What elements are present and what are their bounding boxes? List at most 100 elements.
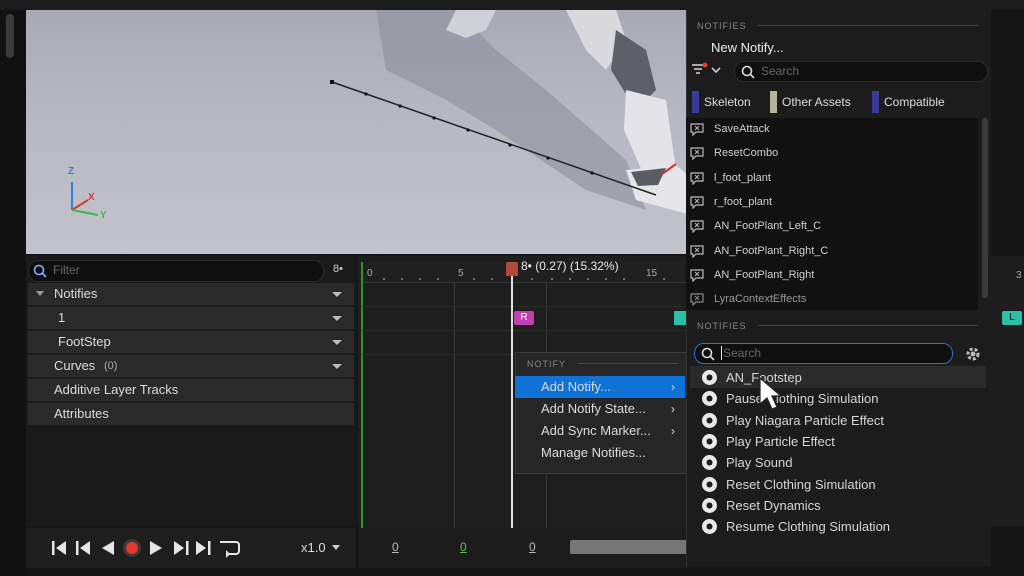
notify-type-item[interactable]: Play Particle Effect <box>702 431 982 452</box>
track-divider <box>362 306 688 307</box>
notify-icon <box>690 171 704 185</box>
menu-item-add-notify-state[interactable]: Add Notify State... › <box>515 398 685 420</box>
notify-icon <box>690 123 704 136</box>
notify-marker-partial[interactable] <box>674 311 686 325</box>
notify-marker-r[interactable]: R <box>514 311 534 325</box>
chip-label: Skeleton <box>704 95 751 109</box>
notify-list-item[interactable]: LyraContextEffects <box>690 287 980 311</box>
chip-label: Compatible <box>884 95 945 109</box>
timeline-start-line <box>361 262 363 528</box>
notify-icon <box>690 293 704 307</box>
top-bar <box>0 0 1024 10</box>
track-row-additive[interactable]: Additive Layer Tracks <box>28 379 354 401</box>
divider <box>758 25 978 26</box>
notify-type-item[interactable]: Reset Dynamics <box>702 495 982 516</box>
search-icon <box>33 264 47 278</box>
notify-list-label: l_foot_plant <box>714 171 771 184</box>
track-row-1[interactable]: 1 <box>28 307 354 329</box>
notify-search-input[interactable]: Search <box>734 61 988 82</box>
notify-list-item[interactable]: AN_FootPlant_Right <box>690 263 980 287</box>
notify-type-item[interactable]: Play Niagara Particle Effect <box>702 410 982 431</box>
dropdown-icon[interactable] <box>332 364 342 369</box>
track-divider <box>362 330 688 331</box>
frame-current[interactable]: 0 <box>460 540 467 554</box>
notify-list-item[interactable]: SaveAttack <box>690 117 980 141</box>
timeline-scrollbar[interactable] <box>570 540 688 554</box>
playhead-line[interactable] <box>511 276 513 528</box>
dropdown-icon[interactable] <box>332 316 342 321</box>
notify-type-item[interactable]: Pause Clothing Simulation <box>702 388 982 409</box>
filter-input[interactable]: Filter <box>28 260 324 282</box>
animation-viewport[interactable]: Z X Y <box>26 10 686 254</box>
notify-type-search-input[interactable]: Search <box>694 343 953 364</box>
chip-color <box>770 91 777 113</box>
chevron-down-icon[interactable] <box>332 545 340 550</box>
notify-icon <box>690 147 704 161</box>
notify-type-item[interactable]: AN_Footstep <box>702 367 982 388</box>
notify-list-item[interactable]: AN_FootPlant_Left_C <box>690 214 980 238</box>
track-row-notifies[interactable]: Notifies <box>28 283 354 305</box>
notify-class-icon <box>702 391 717 407</box>
notify-type-label: Reset Clothing Simulation <box>726 476 876 492</box>
divider <box>578 363 678 364</box>
notify-list-scrollbar[interactable] <box>982 118 988 298</box>
notify-type-item[interactable]: Resume Clothing Simulation <box>702 516 982 537</box>
dropdown-icon[interactable] <box>332 292 342 297</box>
search-placeholder: Search <box>723 346 762 360</box>
notify-type-item[interactable]: Reset Clothing Simulation <box>702 474 982 495</box>
new-notify-item[interactable]: New Notify... <box>711 40 784 55</box>
axis-z-label: Z <box>68 166 75 177</box>
menu-item-add-sync-marker[interactable]: Add Sync Marker... › <box>515 420 685 442</box>
curves-count: (0) <box>104 360 118 372</box>
search-icon <box>741 65 755 79</box>
filter-chip-other-assets[interactable]: Other Assets <box>768 91 868 113</box>
chevron-right-icon: › <box>671 380 675 394</box>
filter-chip-skeleton[interactable]: Skeleton <box>690 91 766 113</box>
chip-color <box>692 91 699 113</box>
chevron-right-icon: › <box>671 424 675 438</box>
notify-list-label: ResetCombo <box>714 147 779 160</box>
ruler-dots <box>383 278 665 280</box>
notify-type-label: Reset Dynamics <box>726 497 821 513</box>
menu-item-label: Add Notify... <box>541 379 611 394</box>
notify-list-label: LyraContextEffects <box>714 293 807 306</box>
notify-class-icon <box>702 370 717 385</box>
marker-label: L <box>1009 312 1015 323</box>
left-scrollbar[interactable] <box>6 14 14 58</box>
filter-chip-compatible[interactable]: Compatible <box>870 91 960 113</box>
frame-end[interactable]: 0 <box>529 540 536 554</box>
track-label: 1 <box>58 310 66 325</box>
expand-icon[interactable] <box>36 291 44 296</box>
track-row-curves[interactable]: Curves (0) <box>28 355 354 377</box>
mouse-cursor-icon <box>759 376 783 410</box>
menu-item-label: Add Sync Marker... <box>541 423 651 438</box>
notify-type-label: Play Particle Effect <box>726 433 835 449</box>
notify-marker-l[interactable]: L <box>1002 311 1022 325</box>
track-row-attributes[interactable]: Attributes <box>28 403 354 425</box>
filter-icon[interactable] <box>690 62 726 78</box>
notify-class-icon <box>702 412 717 428</box>
track-row-footstep[interactable]: FootStep <box>28 331 354 353</box>
settings-gear-icon[interactable] <box>964 345 982 363</box>
notify-list-item[interactable]: AN_FootPlant_Right_C <box>690 239 980 263</box>
track-label: Notifies <box>54 286 98 301</box>
notify-list-label: r_foot_plant <box>714 195 773 208</box>
menu-item-manage-notifies[interactable]: Manage Notifies... <box>515 442 685 464</box>
notify-list-label: AN_FootPlant_Left_C <box>714 220 822 233</box>
notify-list-item[interactable]: r_foot_plant <box>690 190 980 214</box>
axis-x-line <box>71 199 89 211</box>
menu-item-add-notify[interactable]: Add Notify... › <box>515 376 685 398</box>
dropdown-icon[interactable] <box>332 340 342 345</box>
playhead-handle[interactable] <box>506 262 518 276</box>
playback-speed[interactable]: x1.0 <box>301 540 326 555</box>
notify-type-label: Play Sound <box>726 455 793 471</box>
notify-list-item[interactable]: l_foot_plant <box>690 166 980 190</box>
notify-icon <box>690 269 704 282</box>
timeline-right-strip <box>990 256 1024 526</box>
notify-list-item[interactable]: ResetCombo <box>690 141 980 165</box>
notify-type-item[interactable]: Play Sound <box>702 452 982 473</box>
trail-start <box>330 80 334 84</box>
notify-class-icon <box>702 476 717 492</box>
frame-start[interactable]: 0 <box>392 540 399 554</box>
notify-list-label: SaveAttack <box>714 123 770 135</box>
